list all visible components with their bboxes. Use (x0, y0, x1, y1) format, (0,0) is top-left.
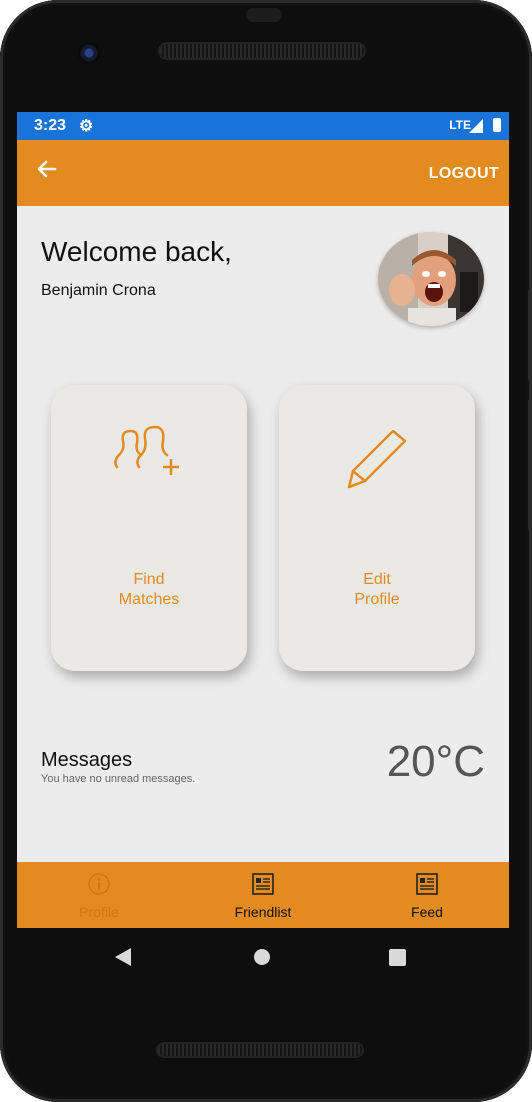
find-label-line2: Matches (118, 591, 180, 608)
edit-label-line1: Edit (363, 571, 391, 588)
temperature-readout: 20°C (386, 737, 485, 786)
app-bar: LOGOUT (17, 140, 509, 206)
find-label-line1: Find (133, 571, 165, 588)
arrow-left-icon[interactable] (35, 157, 59, 186)
welcome-heading: Welcome back, (41, 236, 232, 267)
pencil-icon (347, 429, 407, 489)
status-time: 3:23 (34, 117, 67, 134)
system-recents-icon[interactable] (389, 949, 406, 966)
find-matches-icon (114, 425, 179, 475)
bottom-nav: Profile Friendlist Feed (17, 862, 509, 928)
avatar-photo (378, 232, 484, 326)
earpiece-grille (160, 44, 364, 58)
find-matches-label: Find Matches (51, 570, 247, 610)
info-icon (88, 873, 110, 895)
feed-icon (416, 873, 438, 895)
battery-icon (493, 118, 501, 132)
front-camera (78, 42, 100, 64)
nav-label-friendlist: Friendlist (234, 904, 292, 920)
volume-button (528, 400, 532, 530)
list-icon (252, 873, 274, 895)
phone-frame: 3:23 ⚙ LTE LOGOUT Welcome back, Benjamin… (0, 0, 532, 1102)
network-label: LTE (449, 118, 471, 132)
avatar[interactable] (378, 232, 484, 326)
status-bar: 3:23 ⚙ LTE (17, 112, 509, 140)
signal-icon (469, 119, 483, 133)
nav-item-profile[interactable]: Profile (17, 862, 181, 928)
edit-profile-label: Edit Profile (279, 570, 475, 610)
gear-icon: ⚙ (79, 118, 94, 135)
edit-profile-card[interactable]: Edit Profile (279, 385, 475, 671)
nav-label-profile: Profile (79, 904, 119, 920)
edit-label-line2: Profile (354, 591, 400, 608)
logout-button[interactable]: LOGOUT (429, 165, 499, 183)
side-button (528, 290, 532, 380)
top-speaker (246, 8, 282, 22)
find-matches-card[interactable]: Find Matches (51, 385, 247, 671)
nav-item-friendlist[interactable]: Friendlist (181, 862, 345, 928)
system-back-icon[interactable] (115, 948, 131, 966)
system-nav-bar (17, 928, 509, 988)
nav-item-feed[interactable]: Feed (345, 862, 509, 928)
bottom-speaker-grille (158, 1044, 362, 1056)
username-label: Benjamin Crona (41, 282, 156, 299)
nav-label-feed: Feed (411, 904, 443, 920)
messages-subtitle: You have no unread messages. (41, 773, 196, 785)
system-home-icon[interactable] (254, 949, 270, 965)
app-screen: 3:23 ⚙ LTE LOGOUT Welcome back, Benjamin… (17, 112, 509, 928)
messages-title: Messages (41, 749, 133, 771)
